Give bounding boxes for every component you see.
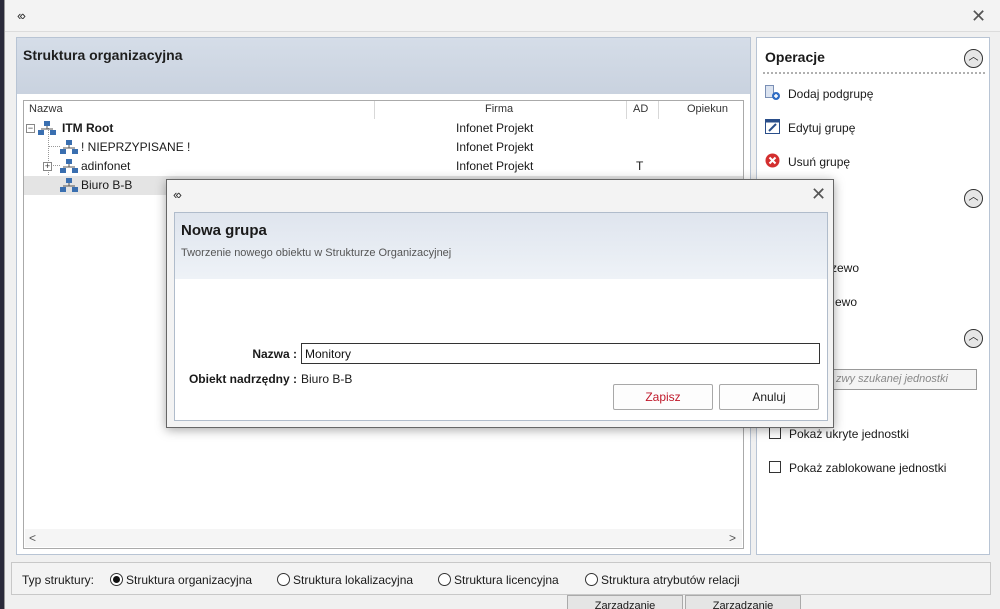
delete-icon — [765, 153, 780, 171]
cancel-button[interactable]: Anuluj — [719, 384, 819, 410]
radio-organizational-label[interactable]: Struktura organizacyjna — [126, 573, 252, 587]
dialog-close-icon[interactable]: ✕ — [811, 185, 826, 203]
close-icon[interactable]: ✕ — [971, 7, 986, 25]
column-header-ad[interactable]: AD — [633, 103, 648, 115]
manage-button[interactable]: Zarządzanie — [685, 595, 801, 609]
column-header-company[interactable]: Firma — [485, 103, 513, 115]
radio-location[interactable] — [277, 573, 290, 586]
main-titlebar: ‹‹› ✕ — [5, 0, 1000, 32]
table-row[interactable]: + adinfonet Infonet Projekt T — [24, 157, 743, 176]
edit-group-button[interactable]: Edytuj grupę — [765, 119, 965, 137]
unit-search-input[interactable]: zwy szukanej jednostki — [831, 369, 977, 390]
horizontal-scrollbar[interactable]: < > — [25, 529, 742, 547]
radio-license[interactable] — [438, 573, 451, 586]
dialog-header: Nowa grupa Tworzenie nowego obiektu w St… — [175, 213, 827, 279]
checkbox-box[interactable] — [769, 427, 781, 439]
expand-toggle-icon[interactable]: + — [43, 162, 52, 171]
add-subgroup-label: Dodaj podgrupę — [788, 87, 874, 101]
radio-relation-attributes-label[interactable]: Struktura atrybutów relacji — [601, 573, 740, 587]
dialog-subtitle: Tworzenie nowego obiektu w Strukturze Or… — [181, 247, 452, 259]
new-group-dialog: ‹‹› ✕ Nowa grupa Tworzenie nowego obiekt… — [166, 179, 834, 428]
radio-relation-attributes[interactable] — [585, 573, 598, 586]
edit-group-label: Edytuj grupę — [788, 121, 856, 135]
structure-header: Struktura organizacyjna — [17, 38, 750, 94]
tree-option-label[interactable]: ewo — [835, 295, 857, 309]
dialog-logo-icon: ‹‹› — [173, 187, 182, 202]
network-group-icon — [60, 140, 78, 158]
column-separator — [626, 101, 627, 119]
show-hidden-checkbox[interactable]: Pokaż ukryte jednostki — [769, 426, 969, 442]
show-blocked-label: Pokaż zablokowane jednostki — [789, 461, 947, 475]
network-group-icon — [60, 159, 78, 177]
column-header-guardian[interactable]: Opiekun — [687, 103, 728, 115]
structure-type-label: Typ struktury: — [22, 573, 95, 587]
save-button[interactable]: Zapisz — [613, 384, 713, 410]
page-title: Struktura organizacyjna — [23, 47, 183, 63]
row-company: Infonet Projekt — [456, 140, 534, 154]
scroll-left-icon[interactable]: < — [29, 531, 36, 545]
row-name: ! NIEPRZYPISANE ! — [81, 140, 191, 154]
checkbox-box[interactable] — [769, 461, 781, 473]
column-separator — [374, 101, 375, 119]
name-label: Nazwa : — [252, 347, 297, 361]
show-blocked-checkbox[interactable]: Pokaż zablokowane jednostki — [769, 460, 979, 476]
app-logo-icon: ‹‹› — [17, 8, 26, 23]
show-hidden-label: Pokaż ukryte jednostki — [789, 427, 910, 441]
radio-location-label[interactable]: Struktura lokalizacyjna — [293, 573, 413, 587]
column-header-name[interactable]: Nazwa — [29, 103, 63, 115]
row-company: Infonet Projekt — [456, 159, 534, 173]
table-row[interactable]: − ITM Root Infonet Projekt — [24, 119, 743, 138]
add-subgroup-icon — [765, 85, 780, 103]
operations-title: Operacje — [765, 49, 825, 65]
collapse-up-icon[interactable]: ︿ — [964, 329, 983, 348]
dialog-body: Nowa grupa Tworzenie nowego obiektu w St… — [174, 212, 828, 421]
row-ad: T — [636, 159, 644, 173]
row-name: ITM Root — [62, 121, 114, 135]
parent-object-value: Biuro B-B — [301, 372, 353, 386]
structure-type-bar: Typ struktury: Struktura organizacyjna S… — [11, 562, 991, 595]
row-name: adinfonet — [81, 159, 131, 173]
divider — [763, 72, 985, 74]
collapse-up-icon[interactable]: ︿ — [964, 189, 983, 208]
row-name: Biuro B-B — [81, 178, 133, 192]
column-separator — [658, 101, 659, 119]
table-row[interactable]: ! NIEPRZYPISANE ! Infonet Projekt — [24, 138, 743, 157]
manage-button[interactable]: Zarządzanie — [567, 595, 683, 609]
dialog-title: Nowa grupa — [181, 222, 267, 239]
network-group-icon — [60, 178, 78, 196]
edit-group-icon — [765, 119, 780, 137]
name-input[interactable] — [301, 343, 820, 364]
add-subgroup-button[interactable]: Dodaj podgrupę — [765, 85, 965, 103]
network-group-icon — [38, 121, 56, 139]
radio-license-label[interactable]: Struktura licencyjna — [454, 573, 559, 587]
collapse-toggle-icon[interactable]: − — [26, 124, 35, 133]
row-company: Infonet Projekt — [456, 121, 534, 135]
collapse-up-icon[interactable]: ︿ — [964, 49, 983, 68]
delete-group-button[interactable]: Usuń grupę — [765, 153, 965, 171]
parent-object-label: Obiekt nadrzędny : — [188, 372, 297, 386]
radio-organizational[interactable] — [110, 573, 123, 586]
scroll-right-icon[interactable]: > — [729, 531, 736, 545]
delete-group-label: Usuń grupę — [788, 155, 851, 169]
